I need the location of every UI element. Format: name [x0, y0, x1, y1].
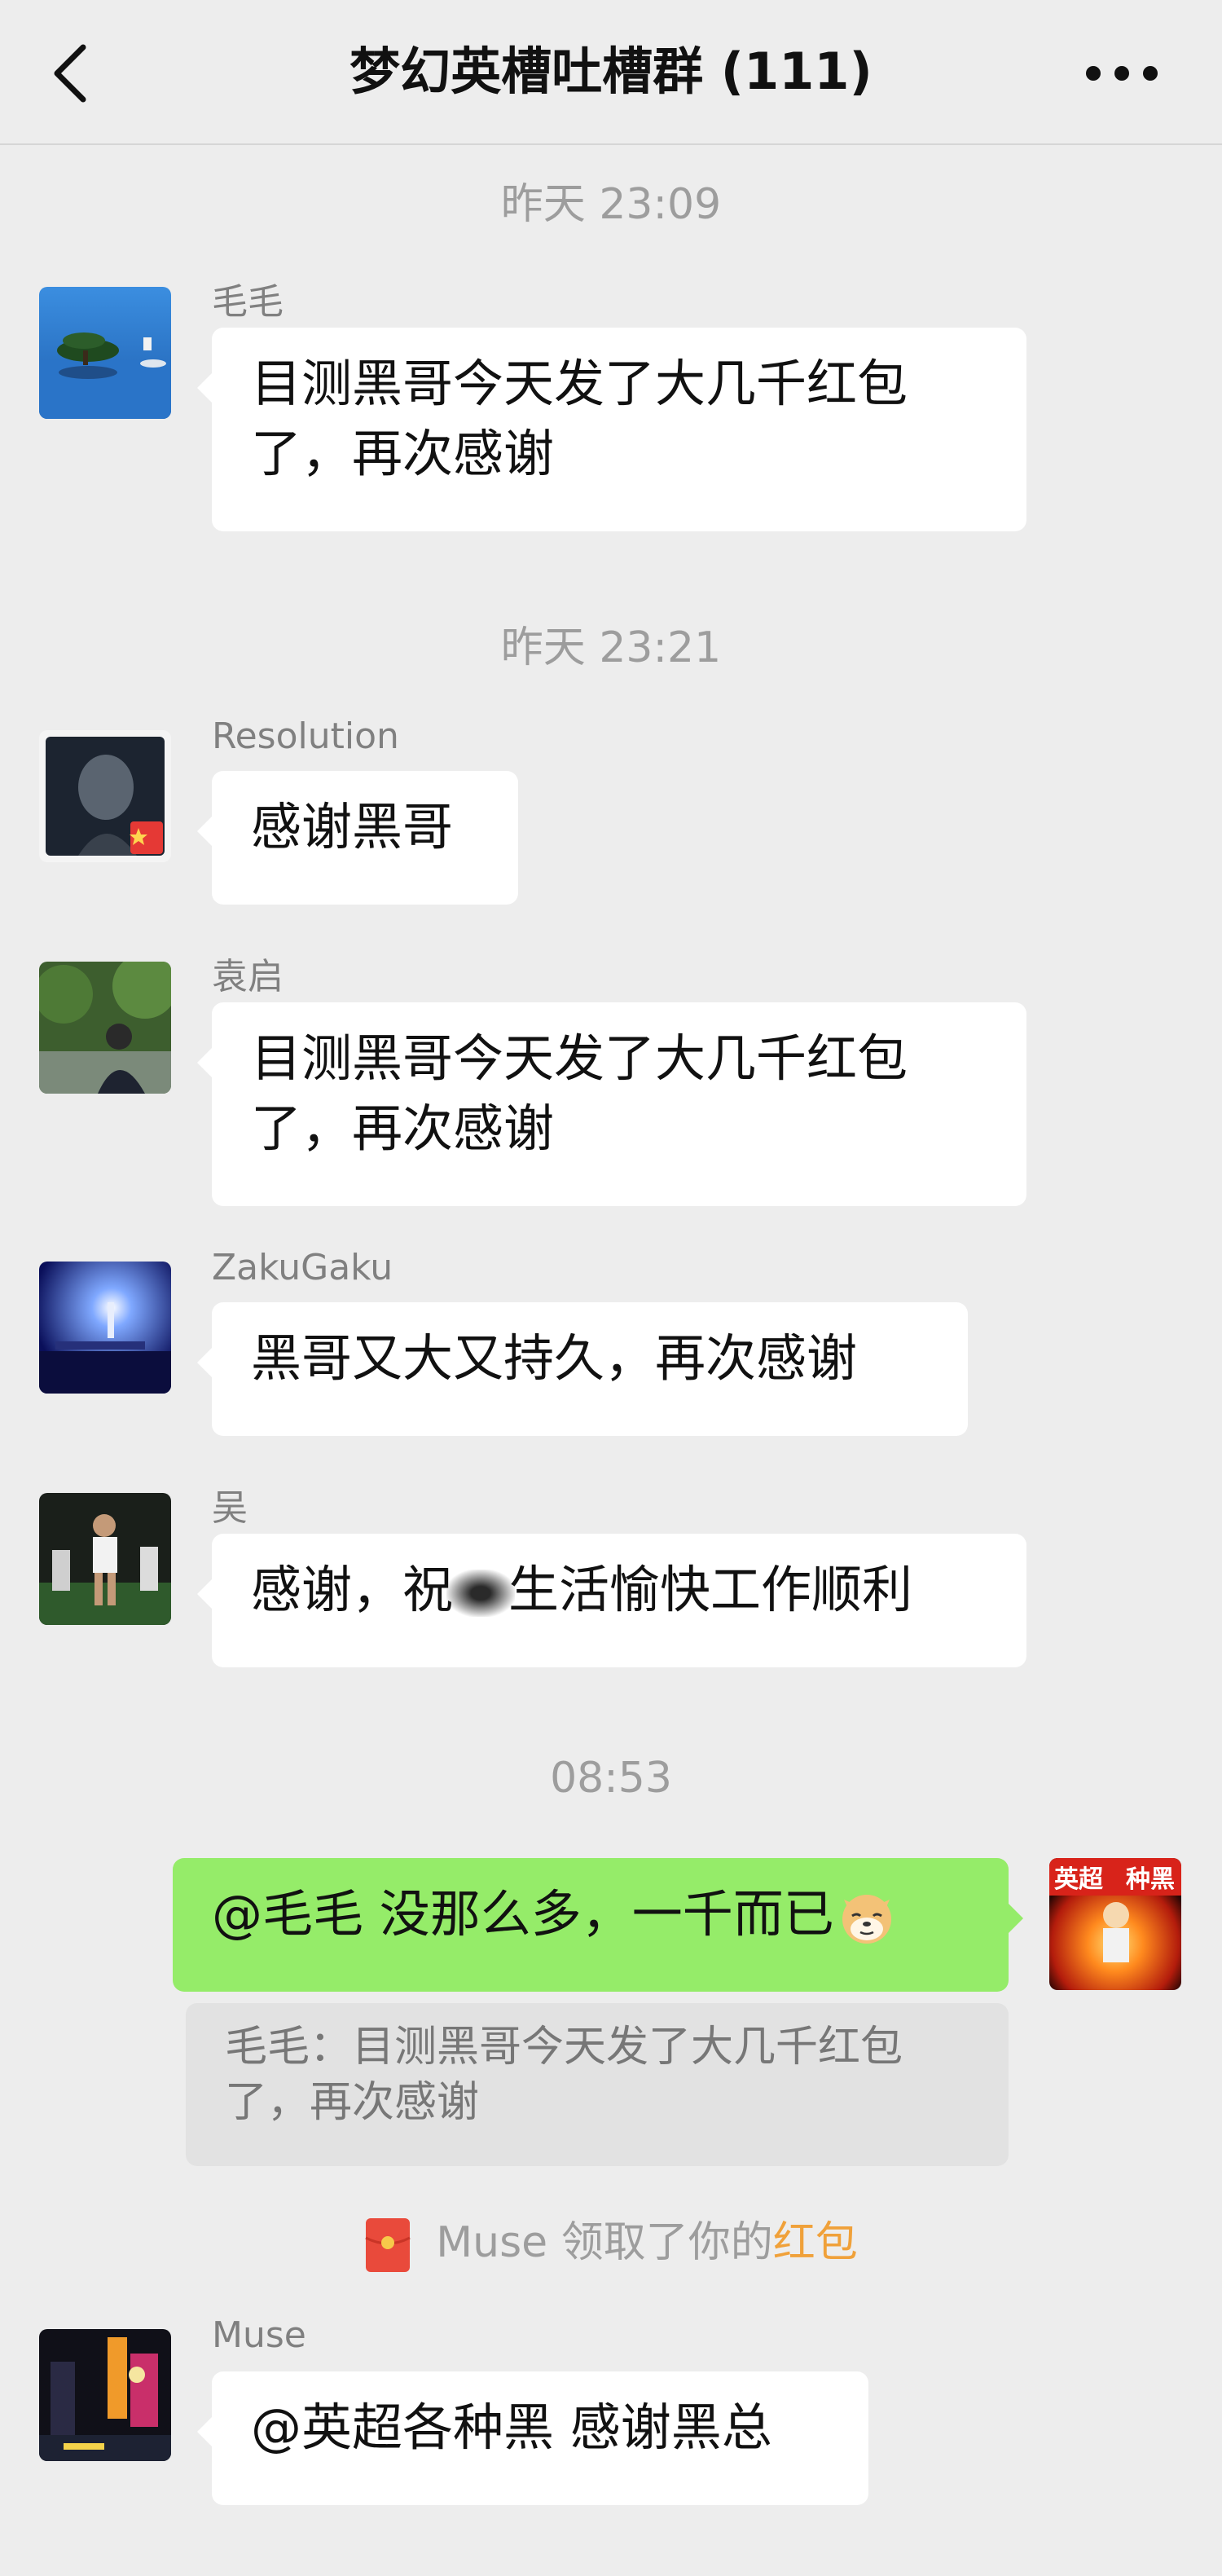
- system-note-text: Muse 领取了你的: [436, 2218, 773, 2267]
- sender-name: Muse: [212, 2314, 306, 2356]
- chat-title: 梦幻英槽吐槽群 (111): [349, 42, 873, 101]
- quote-text-line: 了，再次感谢: [225, 2078, 480, 2127]
- blurred-text-mark: [446, 1569, 516, 1617]
- red-packet-link[interactable]: 红包: [773, 2218, 858, 2267]
- avatar-image-landscape: [39, 287, 171, 419]
- avatar-image-fire-logo: 英超 种黑: [1049, 1858, 1181, 1990]
- message-text-part: 感谢，祝: [251, 1560, 454, 1619]
- message-text-part: 生活愉快工作顺利: [508, 1560, 913, 1619]
- avatar-logo-text-right: 种黑: [1126, 1865, 1175, 1894]
- dog-emoji-icon: [834, 1885, 899, 1950]
- avatar[interactable]: [39, 287, 171, 419]
- timestamp: 08:53: [550, 1754, 672, 1803]
- avatar-logo-text-left: 英超: [1054, 1865, 1104, 1894]
- message-text-line: 了，再次感谢: [251, 1099, 555, 1158]
- more-options-button[interactable]: [1077, 49, 1167, 98]
- quoted-message[interactable]: 毛毛：目测黑哥今天发了大几千红包 了，再次感谢: [186, 2003, 1009, 2166]
- message-text: @毛毛 没那么多，一千而已: [212, 1879, 969, 1950]
- message-text-line: 了，再次感谢: [251, 424, 555, 483]
- message-text-line: 目测黑哥今天发了大几千红包: [251, 354, 908, 413]
- message-bubble[interactable]: @英超各种黑 感谢黑总: [197, 2371, 868, 2505]
- message-text: 感谢，祝 生活愉快工作顺利: [251, 1555, 987, 1625]
- avatar-image-concert: [39, 1262, 171, 1394]
- timestamp: 昨天 23:21: [500, 623, 722, 672]
- message-text: @英超各种黑 感谢黑总: [251, 2398, 772, 2457]
- sender-name: 毛毛: [212, 281, 284, 323]
- avatar[interactable]: [39, 1493, 171, 1625]
- message-text-part: @毛毛 没那么多，一千而已: [212, 1884, 834, 1944]
- red-packet-icon: [364, 2217, 411, 2274]
- sender-name: 吴: [212, 1487, 248, 1529]
- message-bubble[interactable]: 目测黑哥今天发了大几千红包 了，再次感谢: [197, 328, 1026, 531]
- message-bubble[interactable]: 感谢，祝 生活愉快工作顺利: [197, 1534, 1026, 1667]
- sender-name: Resolution: [212, 716, 399, 757]
- chat-header: 梦幻英槽吐槽群 (111): [0, 0, 1222, 145]
- red-packet-system-note: Muse 领取了你的红包: [0, 2210, 1222, 2275]
- avatar[interactable]: [39, 1262, 171, 1394]
- sender-name: ZakuGaku: [212, 1247, 393, 1288]
- message-bubble[interactable]: 目测黑哥今天发了大几千红包 了，再次感谢: [197, 1002, 1026, 1206]
- message-text: 感谢黑哥: [251, 797, 454, 856]
- avatar-image-outdoor: [39, 962, 171, 1094]
- avatar[interactable]: [39, 730, 171, 862]
- avatar-image-football: [39, 1493, 171, 1625]
- back-arrow-icon: [54, 44, 86, 103]
- sender-name: 袁启: [212, 956, 284, 997]
- avatar-image-city-night: [39, 2329, 171, 2461]
- avatar[interactable]: [39, 2329, 171, 2461]
- message-text-line: 目测黑哥今天发了大几千红包: [251, 1028, 908, 1088]
- my-avatar[interactable]: 英超 种黑: [1049, 1858, 1181, 1990]
- message-bubble[interactable]: 黑哥又大又持久，再次感谢: [197, 1302, 968, 1436]
- quote-text-line: 毛毛：目测黑哥今天发了大几千红包: [225, 2023, 903, 2072]
- back-button[interactable]: [47, 41, 96, 106]
- timestamp: 昨天 23:09: [500, 180, 722, 229]
- message-bubble[interactable]: 感谢黑哥: [197, 771, 518, 905]
- my-message-bubble[interactable]: @毛毛 没那么多，一千而已: [173, 1858, 1023, 1992]
- message-text: 黑哥又大又持久，再次感谢: [251, 1328, 858, 1388]
- more-dots-icon: [1086, 66, 1158, 81]
- avatar-image-portrait: [39, 730, 171, 862]
- avatar[interactable]: [39, 962, 171, 1094]
